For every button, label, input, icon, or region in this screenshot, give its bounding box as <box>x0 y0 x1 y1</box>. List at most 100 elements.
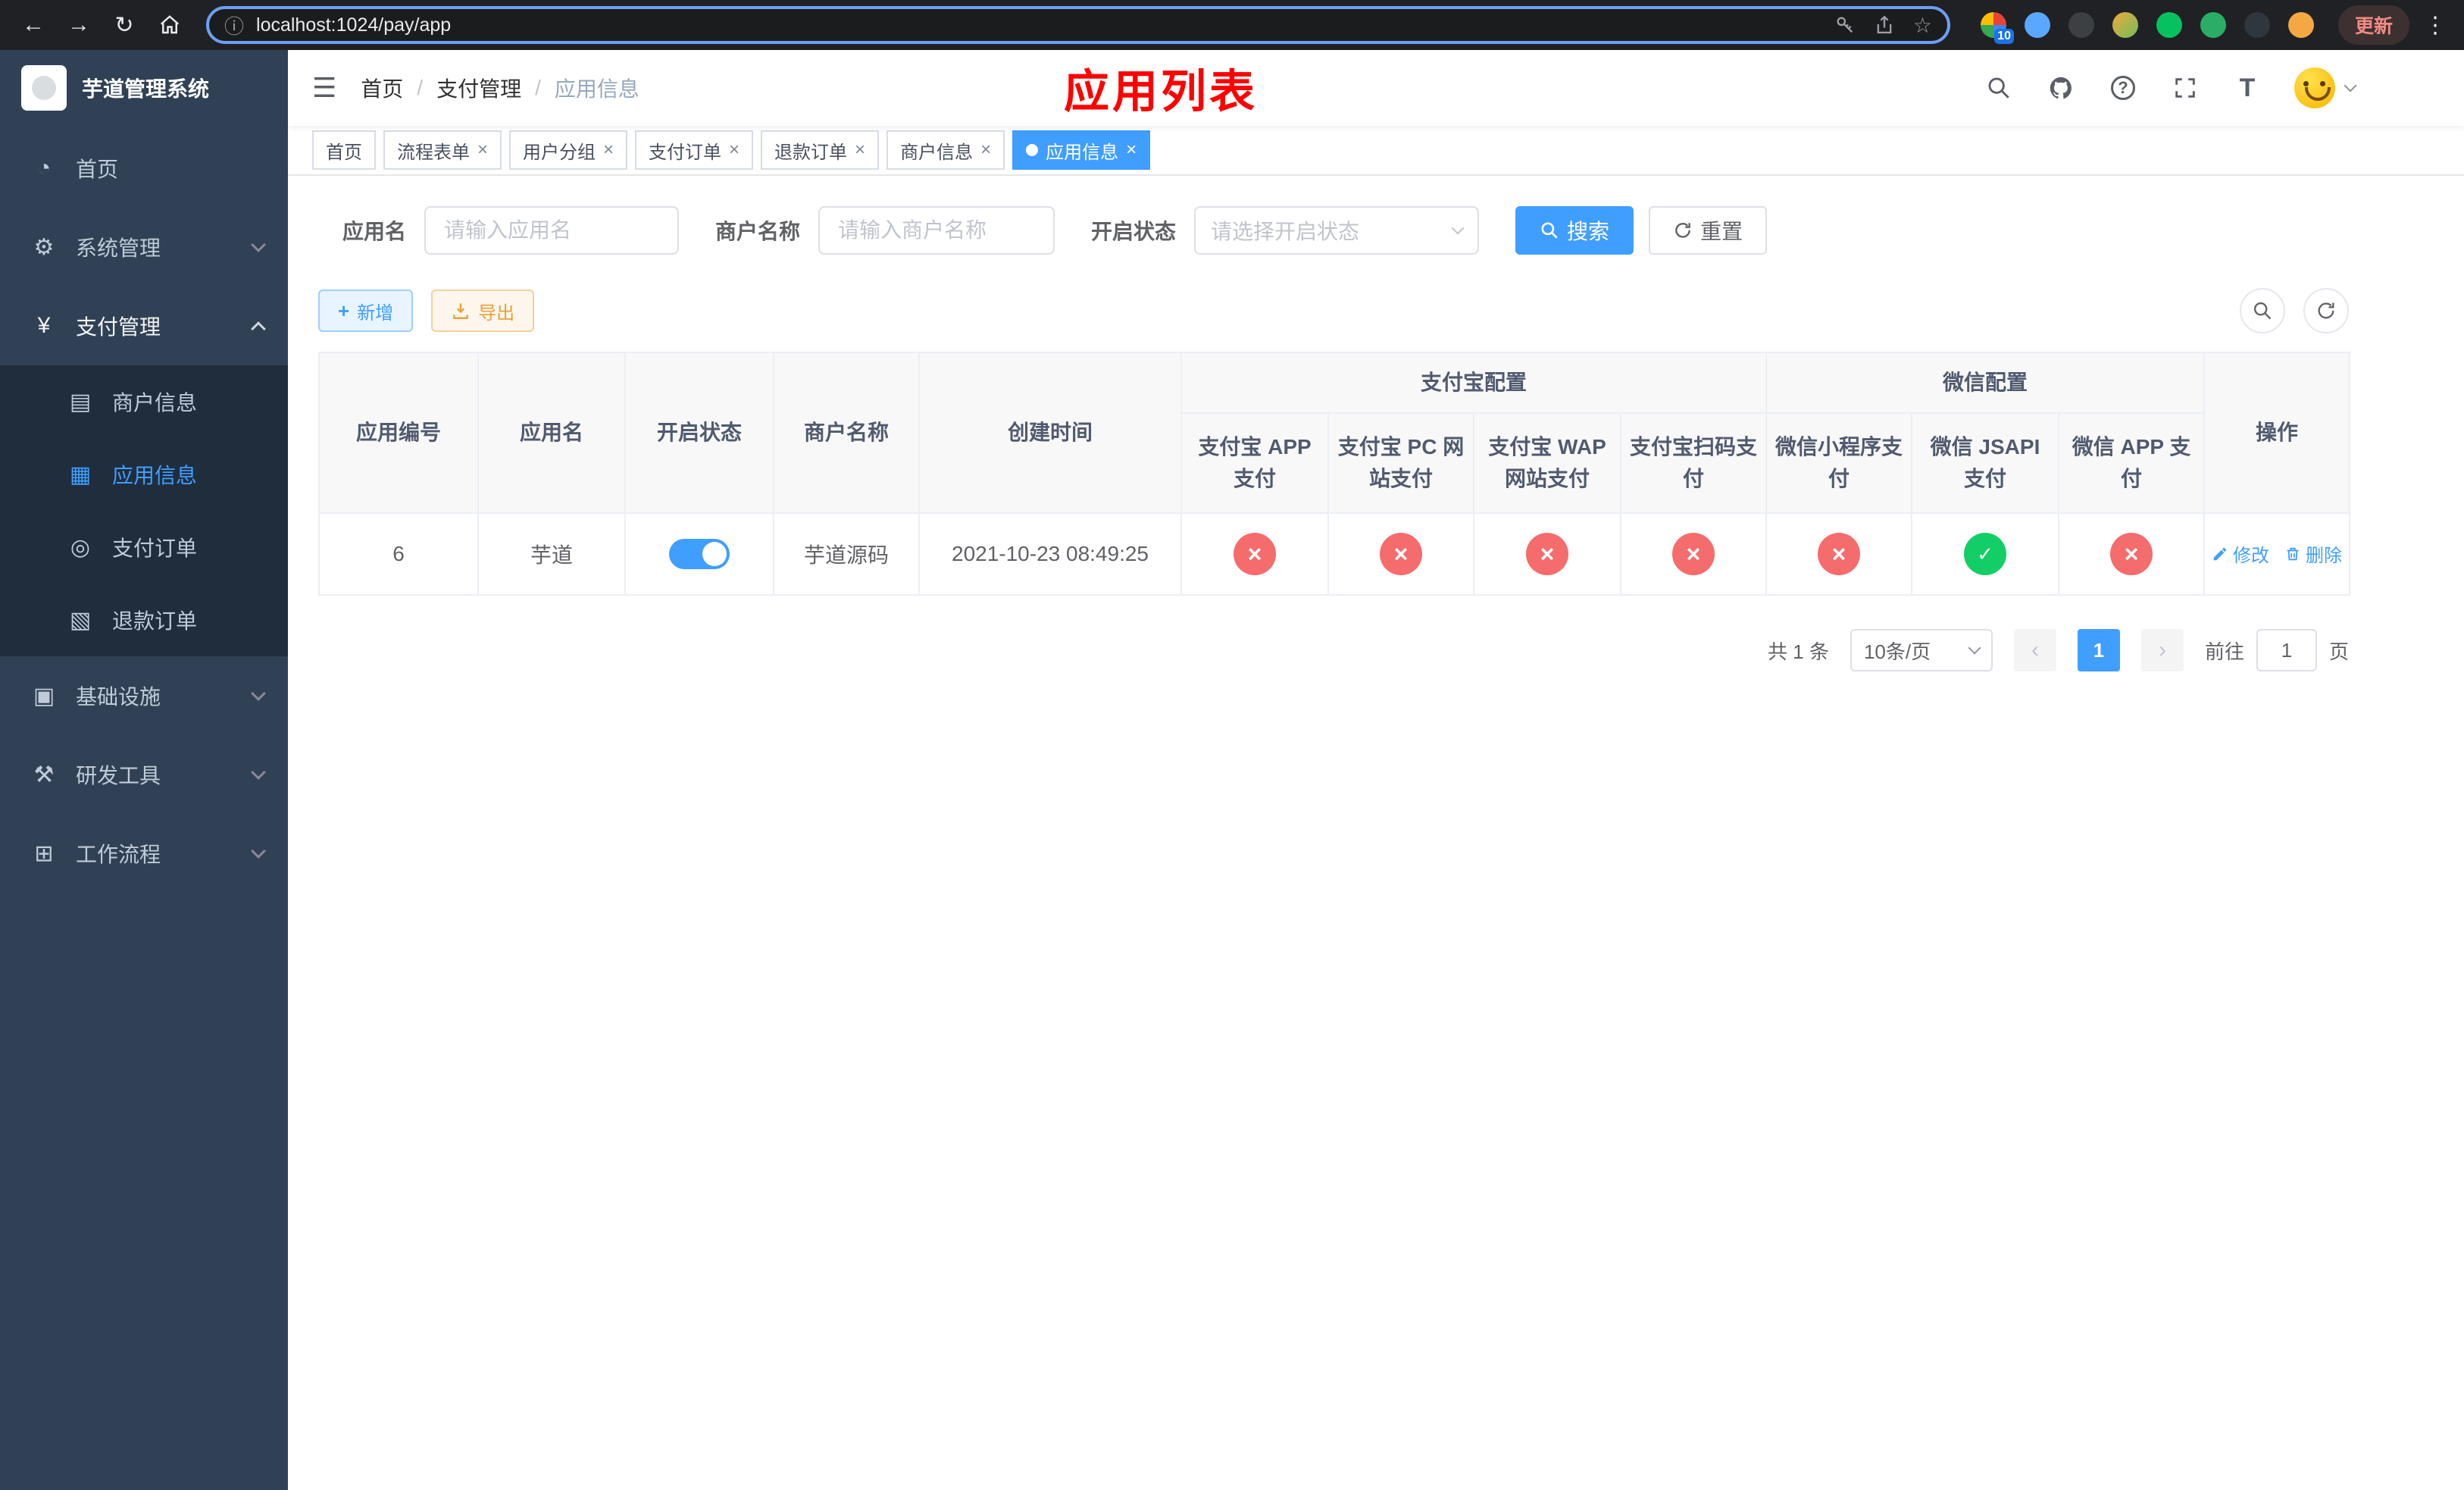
breadcrumb-current: 应用信息 <box>554 77 639 101</box>
main-panel: ☰ 首页 / 支付管理 / 应用信息 应用列表 ? T 首页 流程表单 × 用户… <box>288 50 2464 1490</box>
sidebar-item-app-info[interactable]: ▦ 应用信息 <box>0 438 288 511</box>
page-size-select[interactable]: 10条/页 <box>1850 629 1993 671</box>
prev-page-button[interactable]: ‹ <box>2013 629 2056 671</box>
payment-submenu: ▤ 商户信息 ▦ 应用信息 ◎ 支付订单 ▧ 退款订单 <box>0 365 288 656</box>
cell-alipay-app <box>1180 512 1329 596</box>
tab-home[interactable]: 首页 <box>312 130 376 170</box>
chevron-down-icon <box>251 844 266 859</box>
sidebar-menu: ◔ 首页 ⚙ 系统管理 ¥ 支付管理 ▤ 商户信息 ▦ 应用信息 ◎ 支付订单 … <box>0 129 288 893</box>
search-button[interactable]: 搜索 <box>1515 206 1634 255</box>
share-icon[interactable] <box>1874 14 1895 36</box>
sidebar-item-payment[interactable]: ¥ 支付管理 <box>0 286 288 365</box>
next-page-button[interactable]: › <box>2140 629 2184 671</box>
sidebar-item-home[interactable]: ◔ 首页 <box>0 129 288 208</box>
cell-status <box>624 512 774 596</box>
delete-link[interactable]: 删除 <box>2284 540 2342 567</box>
reset-button[interactable]: 重置 <box>1649 206 1768 255</box>
close-icon[interactable]: × <box>729 141 740 159</box>
cell-wechat-lite <box>1765 512 1913 596</box>
close-icon[interactable]: × <box>1126 141 1137 159</box>
sidebar-logo-row[interactable]: 芋道管理系统 <box>0 50 288 126</box>
sidebar-item-workflow[interactable]: ⊞ 工作流程 <box>0 814 288 893</box>
extension-dark-icon[interactable] <box>2068 12 2094 38</box>
tab-label: 首页 <box>326 142 362 163</box>
tab-refund-orders[interactable]: 退款订单 × <box>761 130 880 170</box>
sidebar-item-label: 支付管理 <box>76 315 161 339</box>
tab-app-info[interactable]: 应用信息 × <box>1012 130 1151 170</box>
chrome-update-button[interactable]: 更新 <box>2337 5 2409 45</box>
sidebar-item-label: 支付订单 <box>112 537 198 560</box>
current-page-button[interactable]: 1 <box>2077 629 2120 671</box>
status-cross-icon <box>1818 533 1861 575</box>
site-info-icon[interactable]: ⓘ <box>224 11 244 39</box>
sidebar-item-label: 研发工具 <box>76 764 161 787</box>
close-icon[interactable]: × <box>603 141 614 159</box>
add-button[interactable]: + 新增 <box>318 290 414 332</box>
extension-blue-icon[interactable] <box>2024 12 2050 38</box>
tab-merchant-info[interactable]: 商户信息 × <box>886 130 1005 170</box>
browser-reload-button[interactable]: ↻ <box>103 4 145 46</box>
toggle-search-button[interactable] <box>2240 288 2285 333</box>
chevron-down-icon <box>251 686 266 701</box>
close-icon[interactable]: × <box>855 141 865 159</box>
browser-home-button[interactable] <box>149 4 191 46</box>
bookmark-star-icon[interactable]: ☆ <box>1913 13 1932 38</box>
edit-link[interactable]: 修改 <box>2212 540 2269 567</box>
breadcrumb-payment[interactable]: 支付管理 <box>436 73 521 103</box>
sidebar-item-label: 系统管理 <box>76 236 161 260</box>
sidebar-item-system[interactable]: ⚙ 系统管理 <box>0 208 288 286</box>
user-avatar-menu[interactable] <box>2294 67 2357 108</box>
app-grid-icon: ▦ <box>69 462 92 487</box>
status-cross-icon <box>1672 533 1715 575</box>
edit-label: 修改 <box>2233 546 2270 567</box>
help-icon[interactable]: ? <box>2108 73 2138 103</box>
extension-green-check-icon[interactable] <box>2156 12 2182 38</box>
sidebar: 芋道管理系统 ◔ 首页 ⚙ 系统管理 ¥ 支付管理 ▤ 商户信息 ▦ 应用信息 … <box>0 50 288 1490</box>
table-toolbar: + 新增 导出 <box>318 288 2349 333</box>
export-button[interactable]: 导出 <box>431 290 535 332</box>
sidebar-item-merchant-info[interactable]: ▤ 商户信息 <box>0 365 288 438</box>
fullscreen-icon[interactable] <box>2170 73 2200 103</box>
extension-avatar-icon[interactable] <box>2112 12 2138 38</box>
tab-label: 退款订单 <box>774 142 848 163</box>
sidebar-item-refund-orders[interactable]: ▧ 退款订单 <box>0 584 288 656</box>
sidebar-item-pay-orders[interactable]: ◎ 支付订单 <box>0 511 288 584</box>
tab-pay-orders[interactable]: 支付订单 × <box>635 130 754 170</box>
merchant-name-input[interactable] <box>818 206 1055 255</box>
close-icon[interactable]: × <box>980 141 991 159</box>
status-label: 开启状态 <box>1091 220 1177 243</box>
workflow-icon: ⊞ <box>34 840 54 866</box>
sidebar-item-infrastructure[interactable]: ▣ 基础设施 <box>0 656 288 735</box>
goto-page-input[interactable] <box>2256 629 2317 671</box>
app-title: 芋道管理系统 <box>82 77 210 101</box>
extension-puzzle-icon[interactable] <box>2244 12 2270 38</box>
browser-forward-button[interactable]: → <box>58 4 100 46</box>
extension-chat-icon[interactable] <box>2200 12 2226 38</box>
url-text[interactable]: localhost:1024/pay/app <box>256 14 1834 36</box>
tab-user-group[interactable]: 用户分组 × <box>509 130 628 170</box>
address-bar[interactable]: ⓘ localhost:1024/pay/app ☆ <box>206 6 1950 44</box>
breadcrumb-home[interactable]: 首页 <box>361 73 403 103</box>
status-select[interactable]: 请选择开启状态 <box>1194 206 1480 255</box>
search-form: 应用名 商户名称 开启状态 请选择开启状态 <box>342 206 2349 255</box>
total-count: 共 1 条 <box>1768 640 1829 663</box>
sidebar-collapse-icon[interactable]: ☰ <box>312 72 336 104</box>
cell-wechat-app <box>2058 512 2206 596</box>
github-icon[interactable] <box>2046 73 2076 103</box>
font-size-icon[interactable]: T <box>2232 73 2262 103</box>
refresh-table-button[interactable] <box>2303 288 2349 333</box>
enabled-toggle[interactable] <box>669 539 730 569</box>
browser-menu-icon[interactable]: ⋮ <box>2419 12 2452 39</box>
tab-label: 支付订单 <box>649 142 722 163</box>
refresh-icon <box>2318 302 2334 319</box>
sidebar-item-dev-tools[interactable]: ⚒ 研发工具 <box>0 735 288 814</box>
app-name-input[interactable] <box>424 206 680 255</box>
browser-back-button[interactable]: ← <box>12 4 55 46</box>
extension-emoji-icon[interactable] <box>2287 12 2314 38</box>
close-icon[interactable]: × <box>477 141 488 159</box>
extension-grid-icon[interactable]: 10 <box>1980 12 2014 44</box>
tab-process-form[interactable]: 流程表单 × <box>383 130 502 170</box>
password-key-icon[interactable] <box>1834 14 1856 36</box>
dashboard-icon: ◔ <box>36 155 52 180</box>
search-icon[interactable] <box>1984 73 2014 103</box>
